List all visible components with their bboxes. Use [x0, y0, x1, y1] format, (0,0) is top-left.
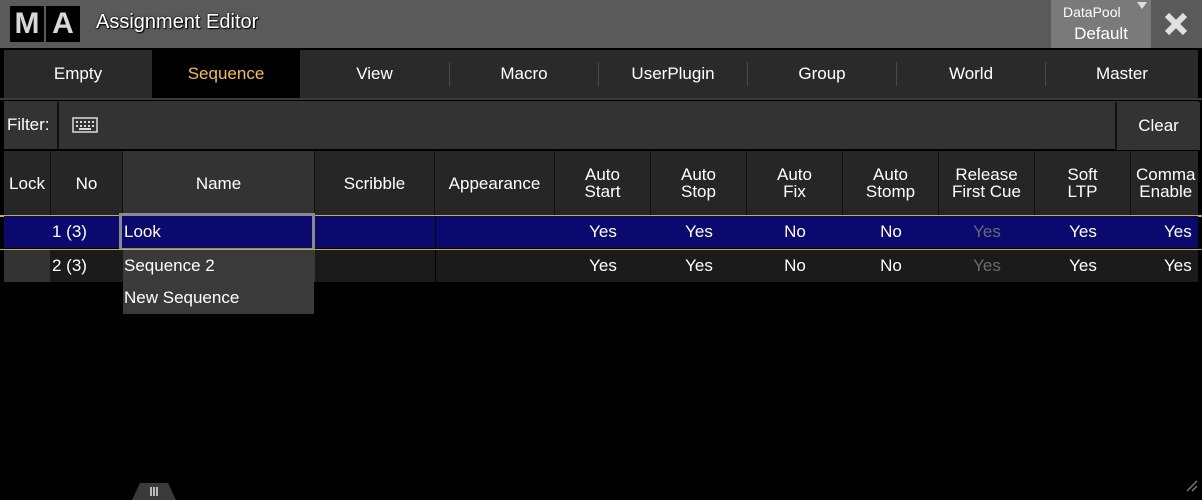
column-header-soft-ltp[interactable]: Soft LTP: [1035, 151, 1131, 215]
tab-underline: [0, 98, 1202, 100]
resize-handle[interactable]: [128, 480, 180, 500]
title-bar[interactable]: M A Assignment Editor DataPool Default: [0, 0, 1202, 48]
tab-sequence[interactable]: Sequence: [152, 50, 300, 98]
column-header-no[interactable]: No: [51, 151, 123, 215]
tab-master[interactable]: Master: [1046, 50, 1198, 98]
cell-scribble[interactable]: [315, 250, 435, 282]
cell-name[interactable]: Sequence 2: [123, 250, 315, 282]
selection-focus-box: [119, 213, 315, 251]
datapool-selector[interactable]: DataPool Default: [1051, 0, 1151, 48]
tab-world[interactable]: World: [897, 50, 1045, 98]
keyboard-icon: [72, 117, 98, 133]
window-title: Assignment Editor: [96, 11, 259, 33]
datapool-label: DataPool: [1063, 4, 1121, 20]
logo-letter-a: A: [46, 6, 80, 42]
column-header-name[interactable]: Name: [123, 151, 315, 215]
cell-lock[interactable]: [4, 250, 50, 282]
filter-label: Filter:: [7, 115, 50, 134]
tab-userplugin[interactable]: UserPlugin: [599, 50, 747, 98]
column-header-lock[interactable]: Lock: [4, 151, 51, 215]
cell-command-enable[interactable]: Yes: [1164, 216, 1198, 248]
cell-auto-stomp[interactable]: No: [843, 250, 939, 282]
cell-auto-stomp[interactable]: No: [843, 216, 939, 248]
column-header-auto-stop[interactable]: Auto Stop: [651, 151, 747, 215]
column-header-auto-stomp[interactable]: Auto Stomp: [843, 151, 939, 215]
table-row[interactable]: 2 (3) Sequence 2 Yes Yes No No Yes Yes Y…: [4, 250, 1198, 282]
filter-input[interactable]: [104, 109, 1108, 143]
cell-auto-fix[interactable]: No: [747, 216, 843, 248]
filter-divider: [57, 101, 59, 149]
cell-appearance[interactable]: [435, 250, 555, 282]
tab-group[interactable]: Group: [748, 50, 896, 98]
column-header-auto-fix[interactable]: Auto Fix: [747, 151, 843, 215]
column-header-command-enable[interactable]: Comma Enable: [1131, 151, 1198, 215]
cell-no[interactable]: 1 (3): [52, 216, 123, 248]
tab-empty[interactable]: Empty: [4, 50, 152, 98]
assignment-editor-window: M A Assignment Editor DataPool Default E…: [0, 0, 1202, 500]
filter-bar: Filter:: [4, 101, 1198, 149]
table-header: Lock No Name Scribble Appearance Auto St…: [4, 151, 1198, 215]
cell-auto-fix[interactable]: No: [747, 250, 843, 282]
resize-corner-icon: [1186, 480, 1198, 492]
cell-soft-ltp[interactable]: Yes: [1035, 216, 1131, 248]
ma-logo: M A: [10, 6, 80, 42]
cell-appearance[interactable]: [435, 216, 555, 248]
tab-view[interactable]: View: [300, 50, 449, 98]
cell-release-first-cue[interactable]: Yes: [939, 216, 1035, 248]
cell-release-first-cue[interactable]: Yes: [939, 250, 1035, 282]
tab-bar: Empty Sequence View Macro UserPlugin Gro…: [4, 50, 1198, 98]
cell-scribble[interactable]: [315, 216, 435, 248]
cell-command-enable[interactable]: Yes: [1164, 250, 1198, 282]
cell-auto-start[interactable]: Yes: [555, 216, 651, 248]
column-header-appearance[interactable]: Appearance: [435, 151, 555, 215]
cell-auto-stop[interactable]: Yes: [651, 250, 747, 282]
logo-letter-m: M: [10, 6, 44, 42]
cell-auto-start[interactable]: Yes: [555, 250, 651, 282]
column-header-scribble[interactable]: Scribble: [315, 151, 435, 215]
tab-macro[interactable]: Macro: [450, 50, 598, 98]
column-header-auto-start[interactable]: Auto Start: [555, 151, 651, 215]
window-resize-corner[interactable]: [1186, 477, 1198, 496]
cell-auto-stop[interactable]: Yes: [651, 216, 747, 248]
cell-lock[interactable]: [4, 216, 51, 248]
close-button[interactable]: [1154, 0, 1198, 48]
datapool-value: Default: [1074, 24, 1128, 43]
cell-no[interactable]: 2 (3): [52, 250, 123, 282]
close-x-icon: [1164, 12, 1188, 36]
column-header-release-first-cue[interactable]: Release First Cue: [939, 151, 1035, 215]
keyboard-button[interactable]: [72, 117, 98, 137]
new-sequence-button[interactable]: New Sequence: [123, 282, 314, 314]
grip-icon: [132, 483, 176, 500]
dropdown-triangle-icon: [1137, 2, 1147, 9]
clear-button[interactable]: Clear: [1115, 102, 1200, 150]
cell-soft-ltp[interactable]: Yes: [1035, 250, 1131, 282]
